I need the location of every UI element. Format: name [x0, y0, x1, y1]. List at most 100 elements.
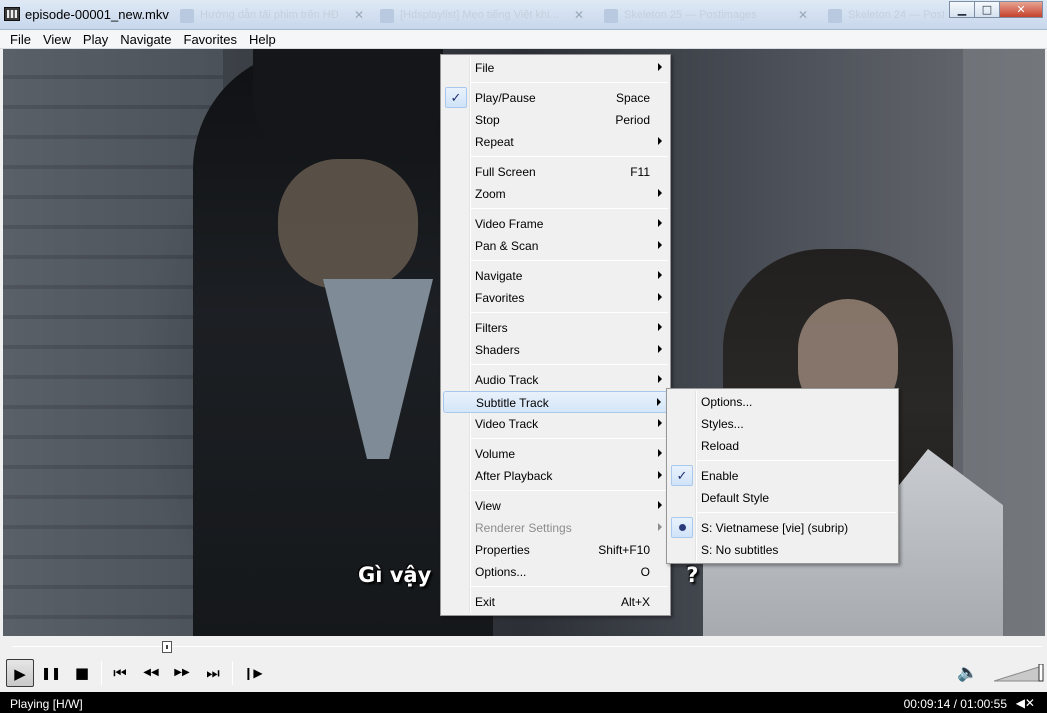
seek-thumb[interactable] [162, 641, 172, 653]
menu-item-repeat[interactable]: Repeat [443, 131, 668, 153]
menu-item-favorites[interactable]: Favorites [443, 287, 668, 309]
close-button[interactable]: ✕ [999, 1, 1043, 18]
controls-divider [101, 661, 102, 685]
menu-item-after-playback[interactable]: After Playback [443, 465, 668, 487]
background-tab-2[interactable]: [Hdsplaylist] Mẹo tiếng Việt khi... ✕ [376, 4, 586, 28]
minimize-button[interactable]: ▁ [949, 1, 975, 18]
menu-item-label: S: No subtitles [701, 543, 779, 557]
frame-step-button[interactable]: ❙▶ [239, 659, 267, 687]
submenu-item-enable[interactable]: ✓ Enable [669, 465, 896, 487]
menu-item-shortcut: Period [615, 113, 650, 127]
menu-separator [697, 460, 896, 461]
menu-separator [471, 208, 668, 209]
submenu-arrow-icon [658, 241, 662, 249]
submenu-item-default-style[interactable]: Default Style [669, 487, 896, 509]
fast-forward-button[interactable]: ▶▶ [168, 659, 196, 687]
menu-item-video-frame[interactable]: Video Frame [443, 213, 668, 235]
statusbar-audio-icon[interactable]: ◀✕ [1016, 696, 1035, 710]
menu-item-label: After Playback [475, 469, 553, 483]
menu-help[interactable]: Help [243, 30, 282, 48]
menu-item-navigate[interactable]: Navigate [443, 265, 668, 287]
background-tab-4[interactable]: Skeleton 24 — Postimages [824, 4, 944, 28]
seek-bar[interactable] [0, 636, 1047, 656]
tab-close-icon[interactable]: ✕ [354, 8, 364, 22]
background-tab-3[interactable]: Skeleton 25 — Postimages ✕ [600, 4, 810, 28]
maximize-button[interactable]: □ [974, 1, 1000, 18]
menu-item-label: Navigate [475, 269, 523, 283]
video-scene-face [278, 159, 418, 289]
volume-icon[interactable]: 🔈 [957, 662, 981, 684]
next-button[interactable]: ⏭ [199, 659, 227, 687]
menu-item-label: Styles... [701, 417, 744, 431]
menu-item-volume[interactable]: Volume [443, 443, 668, 465]
video-scene-stairs [3, 49, 223, 636]
pause-button[interactable]: ❚❚ [37, 659, 65, 687]
menu-item-label: View [475, 499, 501, 513]
menu-item-label: Renderer Settings [475, 521, 572, 535]
submenu-arrow-icon [658, 501, 662, 509]
menu-item-shortcut: O [640, 565, 650, 579]
submenu-arrow-icon [658, 137, 662, 145]
menu-item-file[interactable]: File [443, 57, 668, 79]
submenu-item-styles[interactable]: Styles... [669, 413, 896, 435]
menu-item-label: Stop [475, 113, 500, 127]
menu-item-audio-track[interactable]: Audio Track [443, 369, 668, 391]
context-menu: File ✓ Play/Pause Space Stop Period Repeat Full… [440, 54, 671, 616]
menu-item-full-screen[interactable]: Full Screen F11 [443, 161, 668, 183]
menu-item-shortcut: Shift+F10 [598, 543, 650, 557]
tab-title: [Hdsplaylist] Mẹo tiếng Việt khi... [400, 9, 559, 21]
submenu-arrow-icon [658, 345, 662, 353]
menu-navigate[interactable]: Navigate [114, 30, 177, 48]
background-tab-1[interactable]: Hướng dẫn tải phim trên HĐ ✕ [176, 4, 366, 28]
menu-item-label: Audio Track [475, 373, 539, 387]
menu-item-label: Favorites [475, 291, 525, 305]
menu-play[interactable]: Play [77, 30, 114, 48]
submenu-arrow-icon [658, 523, 662, 531]
submenu-item-reload[interactable]: Reload [669, 435, 896, 457]
submenu-arrow-icon [658, 375, 662, 383]
menu-separator [697, 512, 896, 513]
menu-separator [471, 438, 668, 439]
menu-item-video-track[interactable]: Video Track [443, 413, 668, 435]
volume-slider[interactable] [994, 664, 1044, 682]
menu-item-renderer-settings: Renderer Settings [443, 517, 668, 539]
menu-item-subtitle-track[interactable]: Subtitle Track [443, 391, 668, 413]
menu-item-pan-scan[interactable]: Pan & Scan [443, 235, 668, 257]
menu-item-label: Filters [475, 321, 508, 335]
tab-title: Skeleton 24 — Postimages [848, 9, 944, 21]
menu-item-label: Full Screen [475, 165, 536, 179]
stop-button[interactable]: ■ [68, 659, 96, 687]
menu-item-label: Enable [701, 469, 739, 483]
menu-item-properties[interactable]: Properties Shift+F10 [443, 539, 668, 561]
menu-item-label: Repeat [475, 135, 514, 149]
status-time: 00:09:14 / 01:00:55 [903, 697, 1007, 711]
menu-item-zoom[interactable]: Zoom [443, 183, 668, 205]
window-title: episode-00001_new.mkv [25, 7, 169, 22]
play-button[interactable]: ▶ [6, 659, 34, 687]
volume-thumb[interactable] [1038, 664, 1044, 682]
submenu-item-s-vietnamese-vie-subrip[interactable]: S: Vietnamese [vie] (subrip) [669, 517, 896, 539]
menu-item-options[interactable]: Options... O [443, 561, 668, 583]
menu-item-filters[interactable]: Filters [443, 317, 668, 339]
transport-controls: ▶ ❚❚ ■ ⏮ ◀◀ ▶▶ ⏭ ❙▶ 🔈 [0, 656, 1047, 692]
menu-item-view[interactable]: View [443, 495, 668, 517]
submenu-arrow-icon [658, 471, 662, 479]
submenu-item-s-no-subtitles[interactable]: S: No subtitles [669, 539, 896, 561]
tab-close-icon[interactable]: ✕ [574, 8, 584, 22]
menu-item-shaders[interactable]: Shaders [443, 339, 668, 361]
menu-favorites[interactable]: Favorites [178, 30, 243, 48]
minimize-icon: ▁ [957, 3, 967, 16]
tab-close-icon[interactable]: ✕ [798, 8, 808, 22]
previous-button[interactable]: ⏮ [106, 659, 134, 687]
menu-item-label: Pan & Scan [475, 239, 539, 253]
window-controls: ▁ □ ✕ [949, 1, 1043, 19]
menu-file[interactable]: File [4, 30, 37, 48]
menu-item-label: Exit [475, 595, 496, 609]
rewind-button[interactable]: ◀◀ [137, 659, 165, 687]
menu-view[interactable]: View [37, 30, 77, 48]
menu-item-exit[interactable]: Exit Alt+X [443, 591, 668, 613]
tab-title: Hướng dẫn tải phim trên HĐ [200, 9, 339, 21]
menu-item-play-pause[interactable]: ✓ Play/Pause Space [443, 87, 668, 109]
menu-item-stop[interactable]: Stop Period [443, 109, 668, 131]
submenu-item-options[interactable]: Options... [669, 391, 896, 413]
